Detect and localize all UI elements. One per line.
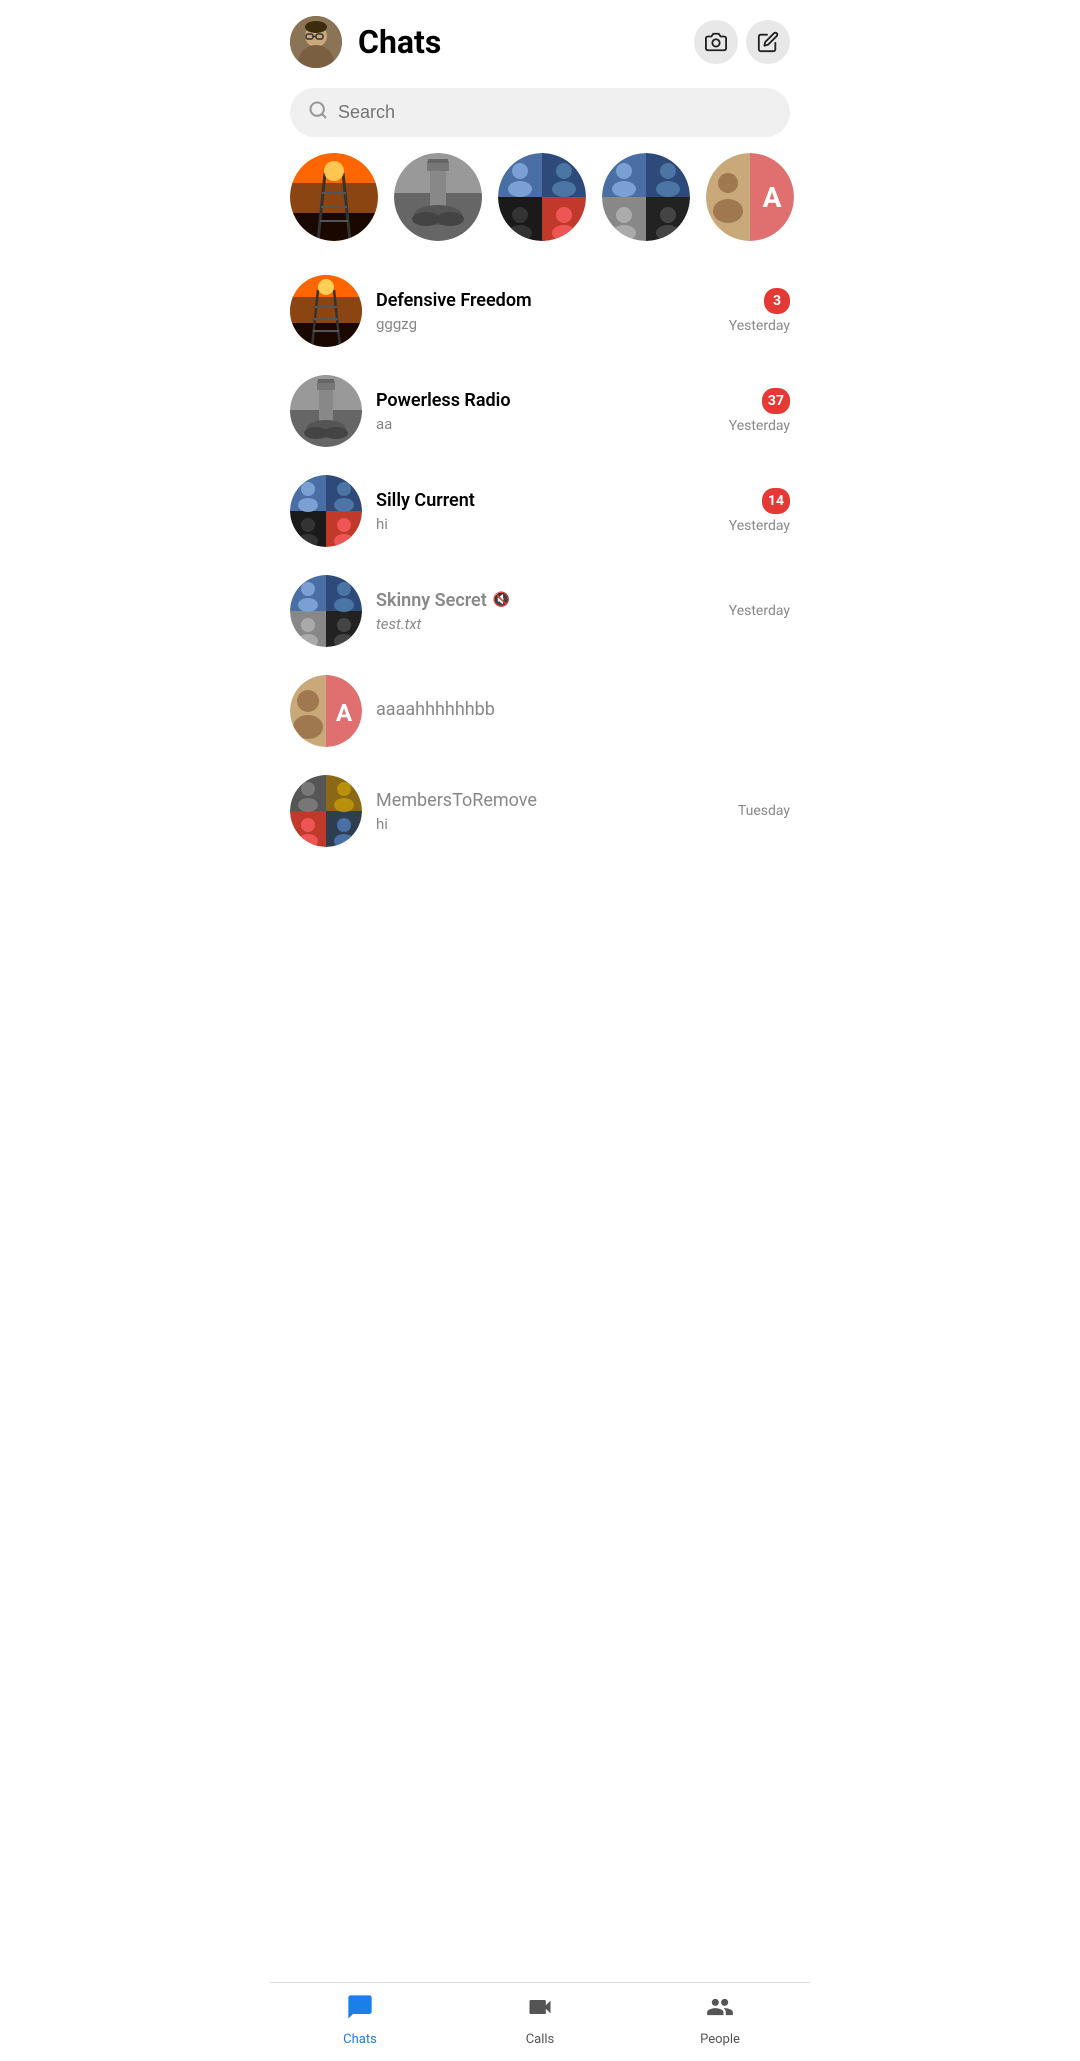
calls-nav-icon — [526, 1993, 554, 2028]
chat-avatar — [290, 375, 362, 447]
chat-avatar — [290, 775, 362, 847]
people-nav-icon — [706, 1993, 734, 2028]
chat-item[interactable]: Silly Current hi 14 Yesterday — [270, 461, 810, 561]
user-avatar[interactable] — [290, 16, 342, 68]
chat-name: Silly Current — [376, 490, 715, 511]
stories-row: A — [270, 153, 810, 261]
chats-nav-icon — [346, 1993, 374, 2028]
chat-item[interactable]: Defensive Freedom gggzg 3 Yesterday — [270, 261, 810, 361]
chat-meta: Yesterday — [729, 603, 790, 619]
chat-time: Yesterday — [729, 518, 790, 534]
camera-button[interactable] — [694, 20, 738, 64]
chat-meta: 3 Yesterday — [729, 288, 790, 334]
chat-preview: test.txt — [376, 615, 715, 633]
story-item[interactable] — [602, 153, 690, 241]
story-item[interactable] — [394, 153, 482, 241]
chat-preview: gggzg — [376, 315, 715, 333]
nav-item-people[interactable]: People — [630, 1983, 810, 2061]
header-action-buttons — [694, 20, 790, 64]
chat-name: aaaahhhhhhbb — [376, 699, 776, 720]
chat-time: Yesterday — [729, 603, 790, 619]
chat-preview: aa — [376, 415, 715, 433]
story-item[interactable]: A — [706, 153, 794, 241]
chat-info: Defensive Freedom gggzg — [376, 290, 715, 333]
chat-name: Powerless Radio — [376, 390, 715, 411]
chat-info: Skinny Secret 🔇 test.txt — [376, 590, 715, 633]
search-icon — [308, 100, 328, 125]
chat-avatar — [290, 275, 362, 347]
header: Chats — [270, 0, 810, 80]
svg-text:A: A — [336, 699, 353, 727]
mute-icon: 🔇 — [493, 592, 510, 608]
chat-avatar — [290, 575, 362, 647]
chat-item[interactable]: A aaaahhhhhhbb — [270, 661, 810, 761]
nav-item-chats[interactable]: Chats — [270, 1983, 450, 2061]
unread-badge: 14 — [762, 488, 790, 514]
chat-preview: hi — [376, 815, 724, 833]
chat-meta: Tuesday — [738, 803, 790, 819]
page-title: Chats — [358, 23, 694, 61]
chat-time: Yesterday — [729, 318, 790, 334]
chat-meta: 14 Yesterday — [729, 488, 790, 534]
chat-avatar: A — [290, 675, 362, 747]
chat-info: aaaahhhhhhbb — [376, 699, 776, 724]
chat-name: Defensive Freedom — [376, 290, 715, 311]
chat-list: Defensive Freedom gggzg 3 Yesterday — [270, 261, 810, 861]
nav-item-calls[interactable]: Calls — [450, 1983, 630, 2061]
chat-item[interactable]: MembersToRemove hi Tuesday — [270, 761, 810, 861]
chat-info: Powerless Radio aa — [376, 390, 715, 433]
chat-name: Skinny Secret 🔇 — [376, 590, 715, 611]
story-item[interactable] — [498, 153, 586, 241]
story-item[interactable] — [290, 153, 378, 241]
people-nav-label: People — [700, 2032, 740, 2047]
chat-info: Silly Current hi — [376, 490, 715, 533]
search-bar[interactable] — [290, 88, 790, 137]
calls-nav-label: Calls — [526, 2032, 555, 2047]
chat-preview: hi — [376, 515, 715, 533]
chat-item[interactable]: Skinny Secret 🔇 test.txt Yesterday — [270, 561, 810, 661]
search-container — [270, 80, 810, 153]
svg-text:A: A — [763, 181, 782, 214]
chat-time: Tuesday — [738, 803, 790, 819]
chat-avatar — [290, 475, 362, 547]
chat-time: Yesterday — [729, 418, 790, 434]
chat-info: MembersToRemove hi — [376, 790, 724, 833]
compose-button[interactable] — [746, 20, 790, 64]
chat-meta: 37 Yesterday — [729, 388, 790, 434]
chat-name: MembersToRemove — [376, 790, 724, 811]
unread-badge: 3 — [764, 288, 790, 314]
chat-item[interactable]: Powerless Radio aa 37 Yesterday — [270, 361, 810, 461]
search-input[interactable] — [338, 102, 772, 123]
bottom-nav: Chats Calls People — [270, 1982, 810, 2061]
chats-nav-label: Chats — [343, 2032, 377, 2047]
unread-badge: 37 — [762, 388, 790, 414]
